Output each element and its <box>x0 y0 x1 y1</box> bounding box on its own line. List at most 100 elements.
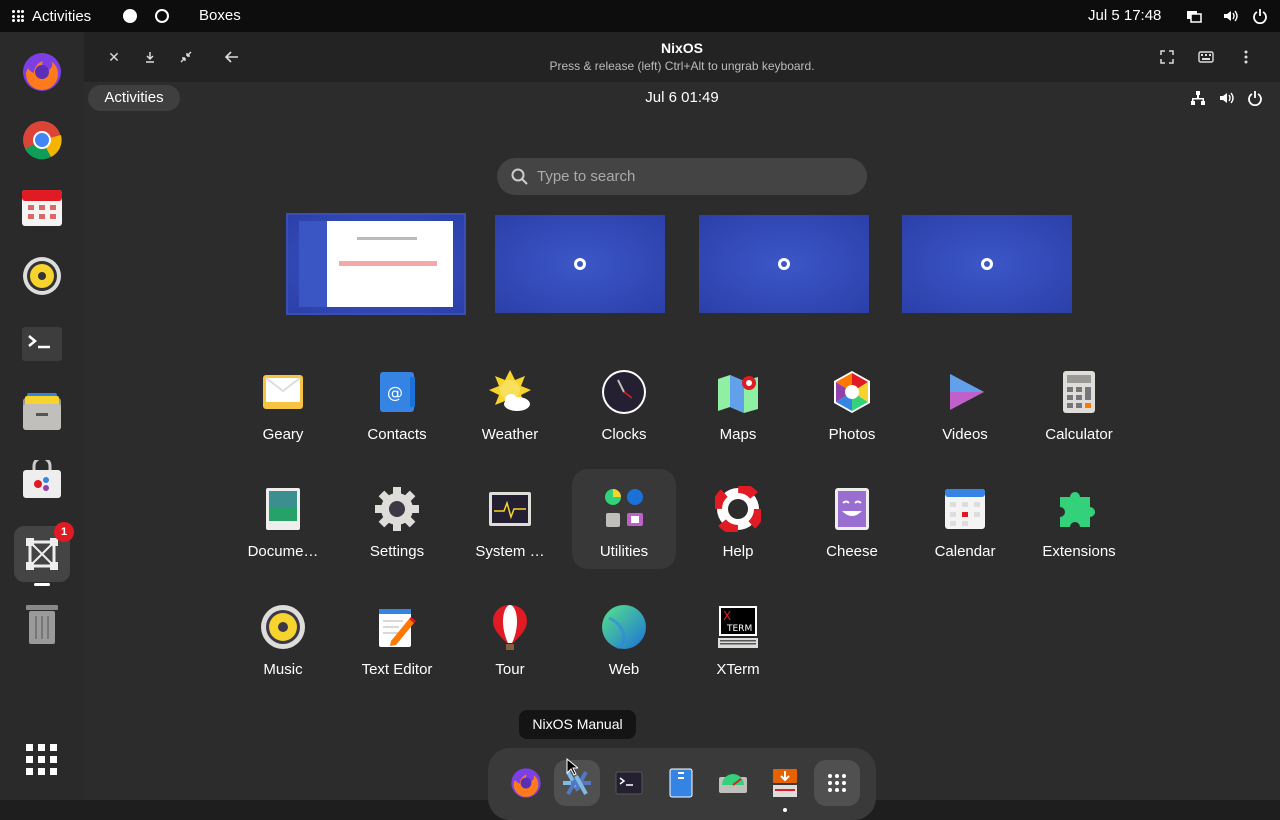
host-dock: 1 <box>0 32 84 800</box>
maps-icon <box>714 368 762 416</box>
app-label: Weather <box>481 426 539 443</box>
dash-contacts[interactable] <box>658 760 704 806</box>
dock-chrome[interactable] <box>14 112 70 168</box>
app-web[interactable]: Web <box>572 587 676 687</box>
mouse-pointer-icon <box>566 758 578 776</box>
dash-tooltip: NixOS Manual <box>519 710 636 739</box>
search-input[interactable] <box>537 158 837 195</box>
host-clock[interactable]: Jul 5 17:48 <box>1088 0 1161 32</box>
app-label: Settings <box>369 543 425 560</box>
app-label: Utilities <box>599 543 649 560</box>
app-geary[interactable]: Geary <box>231 352 335 452</box>
app-clocks[interactable]: Clocks <box>572 352 676 452</box>
dash-show-apps[interactable] <box>814 760 860 806</box>
music-icon <box>259 603 307 651</box>
app-calendar[interactable]: Calendar <box>913 469 1017 569</box>
workspace-thumbnail-4[interactable] <box>902 215 1072 313</box>
app-videos[interactable]: Videos <box>913 352 1017 452</box>
workspace-thumbnail-3[interactable] <box>699 215 869 313</box>
app-xterm[interactable]: X TERM XTerm <box>686 587 790 687</box>
dock-firefox[interactable] <box>14 44 70 100</box>
app-weather[interactable]: Weather <box>458 352 562 452</box>
menu-button[interactable] <box>1234 45 1258 69</box>
keyboard-button[interactable] <box>1194 45 1218 69</box>
app-tour[interactable]: Tour <box>458 587 562 687</box>
search-box[interactable] <box>497 158 867 195</box>
volume-icon[interactable] <box>1222 8 1238 24</box>
svg-text:X: X <box>723 609 731 623</box>
app-contacts[interactable]: @ Contacts <box>345 352 449 452</box>
app-calculator[interactable]: Calculator <box>1027 352 1131 452</box>
dock-software[interactable] <box>14 452 70 508</box>
dock-boxes[interactable]: 1 <box>14 522 74 586</box>
workspace-thumbnail-2[interactable] <box>495 215 665 313</box>
running-indicator <box>34 583 50 586</box>
dock-rhythmbox[interactable] <box>14 248 70 304</box>
app-folder-utilities[interactable]: Utilities <box>572 469 676 569</box>
app-label: XTerm <box>716 661 760 678</box>
power-icon[interactable] <box>1247 90 1263 106</box>
dock-terminal[interactable] <box>14 316 70 372</box>
firefox-icon <box>511 768 541 798</box>
file-cabinet-icon <box>23 393 61 430</box>
dock-show-apps[interactable] <box>14 732 70 788</box>
fullscreen-button[interactable] <box>1155 45 1179 69</box>
guest-top-bar: Activities Jul 6 01:49 <box>84 82 1280 114</box>
shopping-bag-icon <box>23 460 61 498</box>
power-icon[interactable] <box>1252 8 1268 24</box>
network-wired-icon[interactable] <box>1190 90 1206 106</box>
nixos-logo-icon <box>574 258 586 270</box>
ungrab-hint: Press & release (left) Ctrl+Alt to ungra… <box>549 59 815 73</box>
network-icon[interactable] <box>1186 8 1202 24</box>
gear-icon <box>373 485 421 533</box>
phone-icon <box>669 768 693 798</box>
dock-files[interactable] <box>14 384 70 440</box>
preview-heading <box>357 237 417 240</box>
workspace-indicator-active[interactable] <box>123 9 137 23</box>
system-monitor-icon <box>486 485 534 533</box>
dock-trash[interactable] <box>14 596 70 652</box>
notification-badge: 1 <box>54 522 74 542</box>
app-label: Calculator <box>1045 426 1113 443</box>
dash-installer[interactable] <box>762 760 808 812</box>
photos-icon <box>828 368 876 416</box>
app-settings[interactable]: Settings <box>345 469 449 569</box>
guest-clock[interactable]: Jul 6 01:49 <box>84 82 1280 114</box>
app-document-viewer[interactable]: Docume… <box>231 469 335 569</box>
workspace-thumbnail-1[interactable] <box>286 213 466 315</box>
host-activities-button[interactable]: Activities <box>12 0 91 32</box>
app-cheese[interactable]: Cheese <box>800 469 904 569</box>
cheese-icon <box>828 485 876 533</box>
dash-firefox[interactable] <box>503 760 549 806</box>
lifebuoy-icon <box>714 485 762 533</box>
dock-calendar[interactable] <box>14 180 70 236</box>
dash-disk-usage[interactable] <box>710 760 756 806</box>
calendar-icon <box>941 485 989 533</box>
web-icon <box>600 603 648 651</box>
app-extensions[interactable]: Extensions <box>1027 469 1131 569</box>
app-photos[interactable]: Photos <box>800 352 904 452</box>
vm-display[interactable]: Activities Jul 6 01:49 G <box>84 82 1280 820</box>
app-label: Docume… <box>247 543 319 560</box>
installer-download-icon <box>773 769 797 797</box>
app-grid-icon <box>828 774 846 792</box>
clock-icon <box>600 368 648 416</box>
app-maps[interactable]: Maps <box>686 352 790 452</box>
boxes-window: ✕ NixOS Press & release (left) Ctrl+Alt … <box>84 32 1280 820</box>
volume-icon[interactable] <box>1218 90 1234 106</box>
document-viewer-icon <box>259 485 307 533</box>
app-grid-icon <box>12 10 24 22</box>
app-text-editor[interactable]: Text Editor <box>345 587 449 687</box>
terminal-icon <box>615 771 643 795</box>
workspace-indicator[interactable] <box>155 9 169 23</box>
firefox-icon <box>23 53 61 91</box>
app-system-monitor[interactable]: System … <box>458 469 562 569</box>
svg-text:@: @ <box>387 383 403 402</box>
dash-console[interactable] <box>606 760 652 806</box>
speaker-icon <box>23 257 61 295</box>
focused-app-name[interactable]: Boxes <box>199 0 241 32</box>
app-help[interactable]: Help <box>686 469 790 569</box>
app-label: Calendar <box>934 543 996 560</box>
app-label: Extensions <box>1042 543 1116 560</box>
app-music[interactable]: Music <box>231 587 335 687</box>
